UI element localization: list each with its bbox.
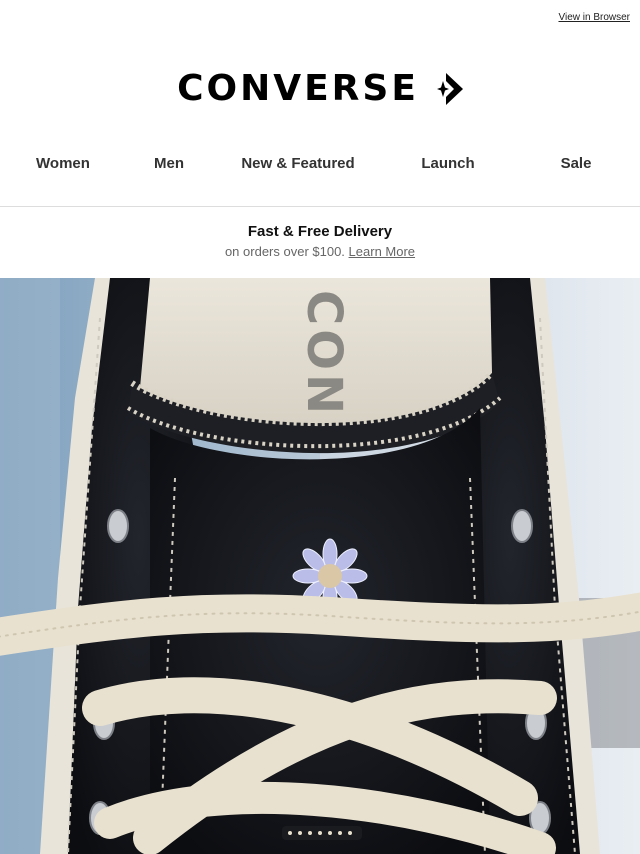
nav-sale[interactable]: Sale [561, 155, 592, 172]
brand-logo[interactable]: CONVERSE [0, 64, 640, 114]
main-nav: Women Men New & Featured Launch Sale [0, 150, 640, 178]
nav-men[interactable]: Men [154, 155, 184, 172]
nav-new-featured[interactable]: New & Featured [241, 155, 354, 172]
hero-image[interactable]: CON [0, 278, 640, 854]
sneaker-illustration: CON [0, 278, 640, 854]
promo-subtitle-text: on orders over $100. [224, 244, 345, 259]
promo-title: Fast & Free Delivery [247, 223, 393, 240]
nav-launch[interactable]: Launch [421, 155, 474, 172]
logo-wordmark: CONVERSE [177, 68, 419, 109]
learn-more-link[interactable]: Learn More [349, 244, 415, 259]
delivery-promo: Fast & Free Delivery on orders over $100… [0, 222, 640, 261]
view-in-browser-link[interactable]: View in Browser [558, 12, 630, 23]
star-chevron-icon [436, 73, 463, 105]
nav-women[interactable]: Women [36, 155, 90, 172]
insole-logo-text: CON [296, 290, 352, 418]
logo-wrapper: CONVERSE [177, 71, 463, 107]
promo-subtitle: on orders over $100. Learn More [0, 242, 640, 261]
nav-divider [0, 206, 640, 207]
top-bar: View in Browser [0, 0, 640, 40]
